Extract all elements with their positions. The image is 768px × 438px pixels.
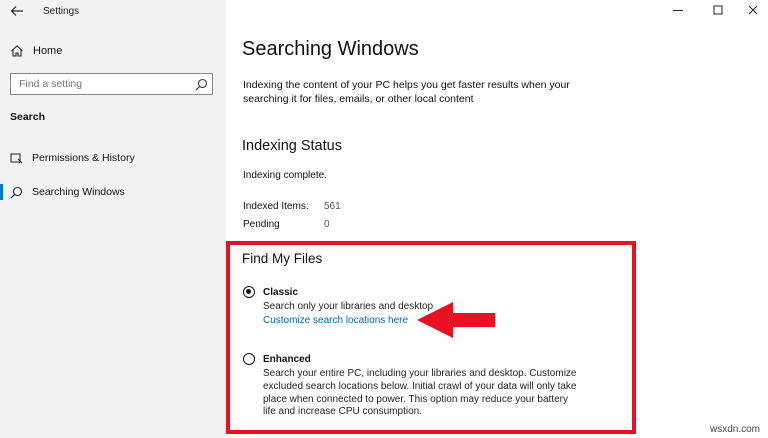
- indexing-status-text: Indexing complete.: [243, 170, 327, 181]
- find-setting-input[interactable]: [19, 77, 189, 91]
- indexed-items-label: Indexed Items:: [243, 201, 309, 212]
- page-description: Indexing the content of your PC helps yo…: [243, 79, 570, 105]
- home-icon: [10, 44, 24, 58]
- customize-search-locations-link[interactable]: Customize search locations here: [263, 315, 408, 326]
- minimize-icon[interactable]: [669, 4, 687, 18]
- nav-home[interactable]: Home: [10, 43, 62, 59]
- classic-option-title: Classic: [263, 287, 299, 298]
- search-icon: [10, 186, 23, 199]
- maximize-icon[interactable]: [709, 4, 727, 18]
- close-icon[interactable]: [744, 4, 762, 18]
- back-arrow-icon[interactable]: [10, 4, 26, 20]
- indexed-items-value: 561: [324, 201, 341, 212]
- pending-value: 0: [324, 219, 330, 230]
- find-my-files-heading: Find My Files: [242, 251, 323, 266]
- enhanced-option-title: Enhanced: [263, 354, 311, 365]
- page-title: Searching Windows: [242, 38, 419, 60]
- enhanced-option-desc: Search your entire PC, including your li…: [263, 368, 577, 418]
- indexing-status-heading: Indexing Status: [242, 138, 342, 154]
- classic-radio[interactable]: [243, 286, 255, 298]
- find-setting-box[interactable]: [10, 73, 213, 95]
- watermark: wsxdn.com: [709, 424, 760, 435]
- sidebar-item-searching-windows[interactable]: Searching Windows: [0, 182, 226, 202]
- search-icon[interactable]: [195, 78, 208, 91]
- sidebar-item-label: Permissions & History: [32, 152, 135, 164]
- sidebar-item-permissions-history[interactable]: Permissions & History: [0, 148, 226, 168]
- section-label: Search: [10, 111, 46, 123]
- sidebar: Settings Home Search Permissions & Histo…: [0, 0, 226, 438]
- enhanced-radio[interactable]: [243, 353, 255, 365]
- app-title: Settings: [43, 6, 80, 17]
- annotation-arrow: [417, 302, 495, 338]
- active-indicator: [0, 184, 3, 200]
- permissions-icon: [10, 152, 23, 165]
- radio-selected-dot: [246, 289, 251, 294]
- nav-home-label: Home: [33, 45, 63, 57]
- sidebar-item-label: Searching Windows: [32, 186, 125, 198]
- pending-label: Pending: [243, 219, 280, 230]
- classic-option-desc: Search only your libraries and desktop: [263, 301, 434, 312]
